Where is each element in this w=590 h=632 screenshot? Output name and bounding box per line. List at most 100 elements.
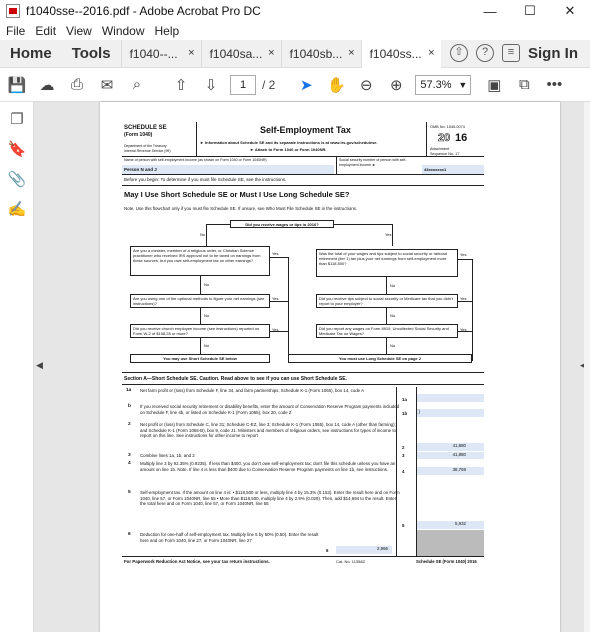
page-thumbnails-icon[interactable]: ❐ [5, 108, 29, 132]
tab-home[interactable]: Home [0, 45, 62, 62]
bookmarks-icon[interactable]: 🔖 [5, 138, 29, 162]
upload-icon[interactable]: ☁ [34, 72, 60, 98]
menu-bar: File Edit View Window Help [0, 22, 590, 40]
line-text: Self-employment tax. If the amount on li… [140, 490, 400, 507]
line-ref: 1b [402, 411, 408, 416]
line-text: Combine lines 1a, 1b, and 2 [140, 453, 195, 458]
flowchart-note: Note. Use this flowchart only if you mus… [124, 206, 358, 211]
form-main-title: Self-Employment Tax [260, 125, 351, 135]
line-amount-field[interactable]: ( ) [416, 409, 484, 417]
flow-question-minister: Are you a minister, member of a religiou… [130, 246, 270, 276]
line-amount-field[interactable]: 2,966 [336, 546, 392, 554]
search-icon[interactable]: ⌕ [124, 72, 150, 98]
line-ref: 5 [402, 523, 405, 528]
page-total: / 2 [262, 77, 276, 92]
irs-text: Internal Revenue Service (99) [124, 149, 171, 153]
fit-page-icon[interactable]: ▣ [481, 72, 507, 98]
info-line: ► Information about Schedule SE and its … [200, 140, 378, 145]
flow-label-no: No [204, 282, 210, 287]
page-number-input[interactable]: 1 [230, 74, 256, 95]
flow-label-no: No [204, 313, 210, 318]
ssn-label: Social security number of person with se… [339, 158, 407, 167]
ssn-field[interactable]: 43xxxxxxx1 [422, 165, 484, 174]
doc-tab-1[interactable]: f1040--... × [120, 39, 201, 68]
sign-in-button[interactable]: Sign In [528, 45, 578, 62]
close-tab-icon[interactable]: × [188, 47, 194, 59]
flow-question-wages-total: Was the total of your wages and tips sub… [316, 249, 458, 277]
line-ref: 4 [402, 469, 405, 474]
close-tab-icon[interactable]: × [268, 47, 274, 59]
compare-icon[interactable]: ⧉ [511, 72, 537, 98]
name-label: Name of person with self-employment inco… [124, 158, 267, 162]
schedule-subtitle: (Form 1040) [124, 132, 153, 138]
expand-left-panel-icon[interactable]: ◀ [36, 360, 43, 371]
doc-tab-label: f1040sb... [289, 46, 343, 61]
zoom-level-select[interactable]: 57.3% ▼ [415, 74, 472, 95]
more-tools-icon[interactable]: ••• [541, 72, 567, 98]
minimize-button[interactable]: — [470, 0, 510, 22]
zoom-out-icon[interactable]: ⊖ [353, 72, 379, 98]
doc-tab-2[interactable]: f1040sa... × [200, 39, 281, 68]
close-tab-icon[interactable]: × [428, 47, 434, 59]
menu-window[interactable]: Window [102, 24, 145, 38]
flow-question-church-income: Did you receive church employee income (… [130, 324, 270, 338]
vertical-scrollbar[interactable] [584, 102, 590, 632]
flow-result-short: You may use Short Schedule SE below [130, 354, 270, 363]
line-number: 2 [128, 422, 131, 427]
signature-icon[interactable]: ✍ [5, 198, 29, 222]
print-icon[interactable]: ⎙ [64, 72, 90, 98]
menu-help[interactable]: Help [155, 24, 180, 38]
save-icon[interactable]: 💾 [4, 72, 30, 98]
line-amount-field[interactable]: 5,932 [416, 521, 484, 529]
help-icon[interactable]: ? [476, 44, 494, 62]
zoom-in-icon[interactable]: ⊕ [383, 72, 409, 98]
flow-label-no: No [204, 343, 210, 348]
schedule-title: SCHEDULE SE [124, 125, 167, 131]
line-text: If you received social security retireme… [140, 404, 400, 415]
close-window-button[interactable]: ✕ [550, 0, 590, 22]
select-cursor-icon[interactable]: ➤ [293, 72, 319, 98]
flow-label-no: No [390, 313, 396, 318]
title-bar: f1040sse--2016.pdf - Adobe Acrobat Pro D… [0, 0, 590, 22]
maximize-button[interactable]: ☐ [510, 0, 550, 22]
line-amount-field[interactable]: 41,880 [416, 443, 484, 451]
line-text: Multiply line 3 by 92.35% (0.9235). If l… [140, 461, 396, 472]
footer-form-id: Schedule SE (Form 1040) 2016 [416, 559, 477, 564]
zoom-level-value: 57.3% [420, 78, 452, 91]
tax-year-suffix: 16 [455, 132, 468, 144]
notifications-icon[interactable]: ≡ [502, 44, 520, 62]
tab-tools[interactable]: Tools [62, 45, 121, 62]
line-number: 6 [128, 532, 131, 537]
line-amount-field[interactable] [416, 394, 484, 402]
flow-label-yes: Yes [460, 252, 467, 257]
doc-tab-4[interactable]: f1040ss... × [360, 39, 441, 68]
section-a-heading: Section A—Short Schedule SE. Caution. Re… [124, 376, 347, 382]
flow-label-yes: Yes [385, 232, 392, 237]
next-page-icon[interactable]: ⇩ [198, 72, 224, 98]
menu-view[interactable]: View [66, 24, 92, 38]
flow-question-form-8919: Did you report any wages on Form 8919, U… [316, 324, 458, 338]
share-icon[interactable]: ⇧ [450, 44, 468, 62]
footer-paperwork-notice: For Paperwork Reduction Act Notice, see … [124, 559, 270, 564]
name-field[interactable]: Person N and J [122, 165, 334, 174]
close-tab-icon[interactable]: × [348, 47, 354, 59]
before-you-begin: Before you begin: To determine if you mu… [124, 177, 287, 182]
left-panel: ❐ 🔖 📎 ✍ [0, 102, 34, 632]
line-ref: 6 [326, 548, 329, 553]
flowchart-heading: May I Use Short Schedule SE or Must I Us… [124, 190, 350, 199]
line-text: Deduction for one-half of self-employmen… [140, 532, 319, 543]
hand-tool-icon[interactable]: ✋ [323, 72, 349, 98]
email-icon[interactable]: ✉ [94, 72, 120, 98]
previous-page-icon[interactable]: ⇧ [168, 72, 194, 98]
shaded-area [416, 530, 484, 556]
menu-file[interactable]: File [6, 24, 25, 38]
line-amount-field[interactable]: 41,880 [416, 452, 484, 459]
chevron-down-icon: ▼ [458, 79, 468, 90]
doc-tab-3[interactable]: f1040sb... × [280, 39, 361, 68]
flow-label-no: No [390, 343, 396, 348]
line-ref: 3 [402, 453, 405, 458]
line-amount-field[interactable]: 38,769 [416, 467, 484, 475]
flow-question-tips: Did you receive tips subject to social s… [316, 294, 458, 308]
menu-edit[interactable]: Edit [35, 24, 56, 38]
attachments-icon[interactable]: 📎 [5, 168, 29, 192]
